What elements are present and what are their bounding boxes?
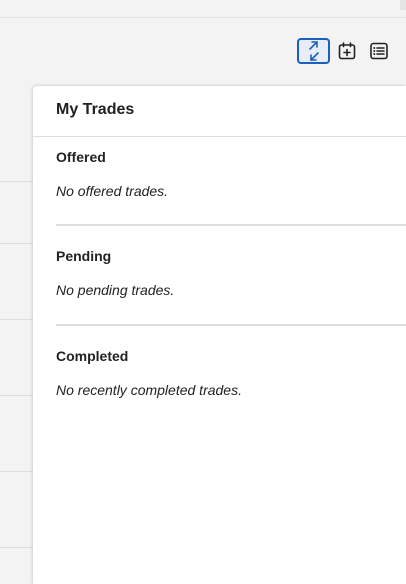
section-heading-completed: Completed	[56, 348, 129, 364]
view-toolbar	[295, 37, 394, 65]
empty-message-offered: No offered trades.	[56, 183, 169, 199]
background-list-row[interactable]	[0, 320, 33, 396]
panel-title: My Trades	[33, 86, 406, 137]
list-view-button[interactable]	[364, 39, 394, 63]
section-heading-pending: Pending	[56, 248, 112, 264]
empty-message-completed: No recently completed trades.	[56, 382, 242, 398]
background-list-row[interactable]	[0, 17, 33, 182]
background-list-row[interactable]	[0, 244, 33, 320]
empty-message-pending: No pending trades.	[56, 282, 175, 298]
pending-section: Pending No pending trades.	[56, 226, 406, 326]
background-list-row[interactable]	[0, 396, 33, 472]
background-list-row[interactable]	[0, 182, 33, 244]
trades-view-button[interactable]	[297, 38, 330, 64]
section-heading-offered: Offered	[56, 149, 106, 165]
offered-section: Offered No offered trades.	[56, 137, 406, 226]
my-trades-panel: My Trades Offered No offered trades. Pen…	[33, 86, 406, 584]
calendar-add-icon	[338, 42, 356, 60]
top-bar-edge	[400, 0, 406, 10]
trade-arrows-icon	[308, 41, 319, 61]
top-bar	[0, 0, 406, 18]
schedule-view-button[interactable]	[332, 39, 362, 63]
list-icon	[370, 42, 388, 60]
completed-section: Completed No recently completed trades.	[56, 326, 406, 426]
background-list-row[interactable]	[0, 472, 33, 548]
